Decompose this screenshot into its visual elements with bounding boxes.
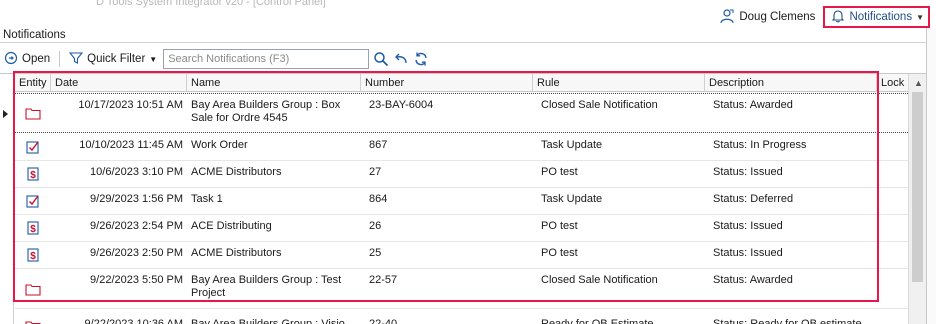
rule-cell: Closed Sale Notification (541, 99, 658, 111)
column-header-entity[interactable]: Entity (15, 74, 51, 92)
description-cell: Status: Issued (713, 166, 783, 178)
description-cell: Status: Ready for QB estimate (713, 318, 862, 324)
number-cell: 22-57 (369, 274, 398, 286)
table-row[interactable]: 9/22/2023 10:36 AM Bay Area Builders Gro… (15, 313, 908, 324)
name-cell: Bay Area Builders Group : Box Sale for O… (191, 99, 341, 124)
grid-rows: 10/17/2023 10:51 AM Bay Area Builders Gr… (15, 93, 908, 324)
task-checkbox-icon (15, 188, 51, 214)
column-header-number[interactable]: Number (361, 74, 533, 92)
user-name: Doug Clemens (739, 11, 816, 23)
purchase-order-icon: $ (15, 161, 51, 187)
bell-icon (831, 9, 845, 26)
name-cell: Task 1 (191, 193, 223, 205)
description-cell: Status: In Progress (713, 139, 807, 151)
quick-filter-button[interactable]: Quick Filter ▼ (67, 51, 159, 68)
rule-cell: Task Update (541, 139, 603, 151)
open-icon (4, 51, 18, 68)
purchase-order-icon: $ (15, 242, 51, 268)
refresh-icon[interactable] (413, 51, 429, 67)
folder-icon (15, 313, 51, 324)
date-cell: 10/17/2023 10:51 AM (78, 99, 183, 111)
panel-title: Notifications (3, 29, 66, 41)
name-cell: Bay Area Builders Group : Visio (191, 318, 345, 324)
search-input[interactable] (163, 49, 370, 69)
date-cell: 9/26/2023 2:50 PM (90, 247, 183, 259)
quick-filter-label: Quick Filter (87, 53, 146, 65)
current-row-indicator-icon (3, 110, 8, 118)
user-menu[interactable]: Doug Clemens (719, 8, 815, 27)
scrollbar-thumb[interactable] (912, 92, 923, 282)
date-cell: 9/22/2023 5:50 PM (90, 274, 183, 286)
table-row[interactable]: 9/29/2023 1:56 PM Task 1 864 Task Update… (15, 188, 908, 215)
description-cell: Status: Issued (713, 220, 783, 232)
number-cell: 864 (369, 193, 388, 205)
rule-cell: PO test (541, 220, 578, 232)
name-cell: ACME Distributors (191, 166, 282, 178)
open-button[interactable]: Open (2, 51, 52, 68)
rule-cell: PO test (541, 166, 578, 178)
date-cell: 9/29/2023 1:56 PM (90, 193, 183, 205)
date-cell: 9/22/2023 10:36 AM (84, 318, 183, 324)
window-title: D Tools System Integrator v20 - [Control… (96, 0, 326, 8)
chevron-down-icon: ▼ (149, 54, 158, 64)
chevron-down-icon: ▼ (916, 12, 924, 22)
side-panel-edge (926, 28, 936, 324)
search-icon[interactable] (373, 51, 389, 67)
description-cell: Status: Awarded (713, 99, 793, 111)
grid-header: Entity Date Name Number Rule Description… (15, 74, 908, 92)
svg-text:$: $ (30, 224, 36, 235)
number-cell: 22-40 (369, 318, 398, 324)
table-row[interactable]: $ 9/26/2023 2:54 PM ACE Distributing 26 … (15, 215, 908, 242)
table-row[interactable]: 9/22/2023 5:50 PM Bay Area Builders Grou… (15, 269, 908, 309)
description-cell: Status: Issued (713, 247, 783, 259)
folder-icon (15, 94, 51, 132)
table-row[interactable]: 10/17/2023 10:51 AM Bay Area Builders Gr… (15, 93, 908, 133)
name-cell: Work Order (191, 139, 248, 151)
open-label: Open (22, 53, 51, 65)
divider (0, 42, 926, 43)
description-cell: Status: Awarded (713, 274, 793, 286)
number-cell: 23-BAY-6004 (369, 99, 434, 111)
date-cell: 10/6/2023 3:10 PM (90, 166, 183, 178)
number-cell: 25 (369, 247, 382, 259)
notifications-label: Notifications (849, 11, 913, 23)
svg-text:$: $ (30, 251, 36, 262)
svg-text:$: $ (30, 170, 36, 181)
filter-icon (68, 51, 84, 68)
column-header-date[interactable]: Date (51, 74, 187, 92)
rule-cell: Task Update (541, 193, 603, 205)
number-cell: 27 (369, 166, 382, 178)
task-checkbox-icon (15, 134, 51, 160)
column-header-lock[interactable]: Lock (877, 74, 908, 92)
scroll-up-icon[interactable]: ▲ (914, 78, 923, 88)
column-header-rule[interactable]: Rule (533, 74, 705, 92)
number-cell: 867 (369, 139, 388, 151)
toolbar-separator (59, 51, 61, 67)
date-cell: 10/10/2023 11:45 AM (79, 139, 183, 151)
name-cell: ACE Distributing (191, 220, 272, 232)
notifications-button[interactable]: Notifications ▼ (823, 6, 930, 28)
purchase-order-icon: $ (15, 215, 51, 241)
name-cell: Bay Area Builders Group : Test Project (191, 274, 342, 299)
row-selector-gutter (0, 74, 14, 324)
name-cell: ACME Distributors (191, 247, 282, 259)
user-bar: Doug Clemens Notifications ▼ (719, 6, 936, 28)
description-cell: Status: Deferred (713, 193, 794, 205)
date-cell: 9/26/2023 2:54 PM (90, 220, 183, 232)
vertical-scrollbar[interactable]: ▲ (908, 74, 926, 324)
column-header-name[interactable]: Name (187, 74, 361, 92)
user-avatar-icon (719, 8, 735, 27)
table-row[interactable]: $ 9/26/2023 2:50 PM ACME Distributors 25… (15, 242, 908, 269)
table-row[interactable]: 10/10/2023 11:45 AM Work Order 867 Task … (15, 134, 908, 161)
folder-icon (15, 269, 51, 308)
table-row[interactable]: $ 10/6/2023 3:10 PM ACME Distributors 27… (15, 161, 908, 188)
undo-icon[interactable] (393, 51, 409, 67)
rule-cell: Ready for QB Estimate (541, 318, 654, 324)
rule-cell: Closed Sale Notification (541, 274, 658, 286)
notifications-grid: Entity Date Name Number Rule Description… (0, 73, 926, 324)
rule-cell: PO test (541, 247, 578, 259)
toolbar: Open Quick Filter ▼ (2, 47, 429, 71)
number-cell: 26 (369, 220, 382, 232)
column-header-description[interactable]: Description (705, 74, 877, 92)
